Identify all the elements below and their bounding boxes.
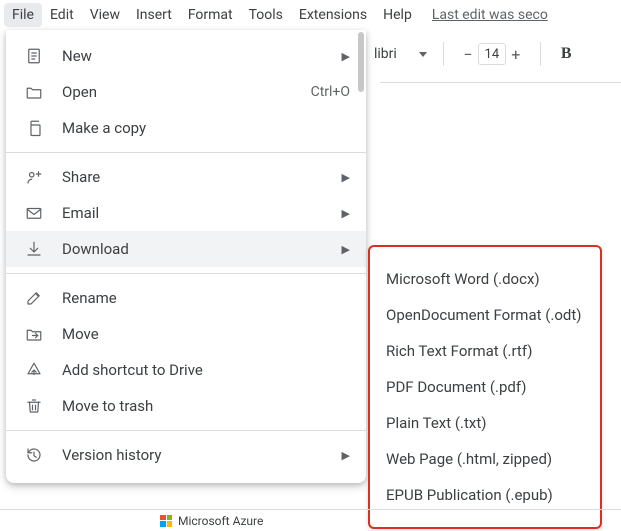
toolbar: libri − 14 + B [372,36,621,72]
menu-edit[interactable]: Edit [42,3,82,27]
toolbar-separator [443,42,444,66]
document-edge [380,82,621,83]
menu-help[interactable]: Help [375,3,420,27]
menu-item-version-history[interactable]: Version history▶ [6,437,366,473]
download-option[interactable]: Microsoft Word (.docx) [370,261,600,297]
menu-item-download[interactable]: Download▶ [6,231,366,267]
menu-item-label: Make a copy [62,119,350,137]
taskbar: Microsoft Azure [0,509,621,531]
font-family-selector[interactable]: libri [372,46,429,62]
menu-separator [6,152,366,153]
drive-shortcut-icon [22,361,46,379]
folder-open-icon [22,83,46,101]
menu-separator [6,430,366,431]
menu-item-label: Open [62,83,311,101]
chevron-right-icon: ▶ [342,243,350,256]
menu-format[interactable]: Format [180,3,241,27]
menu-item-move-to-trash[interactable]: Move to trash [6,388,366,424]
menu-item-label: Share [62,168,342,186]
download-option[interactable]: PDF Document (.pdf) [370,369,600,405]
font-size-stepper: − 14 + [458,42,526,66]
menu-scrollbar[interactable] [358,32,364,92]
menu-item-open[interactable]: OpenCtrl+O [6,74,366,110]
font-size-value[interactable]: 14 [478,43,506,65]
download-icon [22,240,46,258]
menu-item-rename[interactable]: Rename [6,280,366,316]
email-icon [22,204,46,222]
toolbar-separator [540,42,541,66]
menu-item-new[interactable]: New▶ [6,38,366,74]
chevron-right-icon: ▶ [342,171,350,184]
menu-item-shortcut: Ctrl+O [311,84,350,100]
trash-icon [22,397,46,415]
font-family-value: libri [374,46,397,62]
menu-item-email[interactable]: Email▶ [6,195,366,231]
menu-item-label: Add shortcut to Drive [62,361,350,379]
decrease-font-button[interactable]: − [458,42,478,66]
menu-item-label: Move [62,325,350,343]
download-submenu: Microsoft Word (.docx)OpenDocument Forma… [368,245,602,529]
menu-separator [6,273,366,274]
bold-button[interactable]: B [561,45,572,63]
taskbar-item-label: Microsoft Azure [178,514,263,528]
increase-font-button[interactable]: + [506,42,526,66]
chevron-right-icon: ▶ [342,207,350,220]
menu-item-share[interactable]: Share▶ [6,159,366,195]
copy-icon [22,119,46,137]
menu-view[interactable]: View [82,3,128,27]
menu-tools[interactable]: Tools [241,3,291,27]
menu-extensions[interactable]: Extensions [291,3,375,27]
chevron-right-icon: ▶ [342,449,350,462]
share-icon [22,168,46,186]
chevron-right-icon: ▶ [342,50,350,63]
menu-item-label: Email [62,204,342,222]
doc-new-icon [22,47,46,65]
menu-item-label: Move to trash [62,397,350,415]
download-option[interactable]: EPUB Publication (.epub) [370,477,600,513]
download-option[interactable]: Web Page (.html, zipped) [370,441,600,477]
file-menu: New▶OpenCtrl+OMake a copyShare▶Email▶Dow… [6,30,366,483]
download-option[interactable]: OpenDocument Format (.odt) [370,297,600,333]
menubar: File Edit View Insert Format Tools Exten… [0,0,621,30]
menu-item-label: New [62,47,342,65]
menu-item-label: Version history [62,446,342,464]
history-icon [22,446,46,464]
menu-item-make-a-copy[interactable]: Make a copy [6,110,366,146]
menu-item-label: Rename [62,289,350,307]
menu-item-move[interactable]: Move [6,316,366,352]
download-option[interactable]: Plain Text (.txt) [370,405,600,441]
menu-insert[interactable]: Insert [128,3,180,27]
menu-item-label: Download [62,240,342,258]
chevron-down-icon [419,52,427,57]
menu-file[interactable]: File [4,3,42,27]
move-icon [22,325,46,343]
menu-item-add-shortcut-to-drive[interactable]: Add shortcut to Drive [6,352,366,388]
taskbar-item-azure[interactable]: Microsoft Azure [150,514,273,528]
microsoft-logo-icon [160,515,172,527]
rename-icon [22,289,46,307]
download-option[interactable]: Rich Text Format (.rtf) [370,333,600,369]
last-edit-link[interactable]: Last edit was seco [432,7,548,23]
